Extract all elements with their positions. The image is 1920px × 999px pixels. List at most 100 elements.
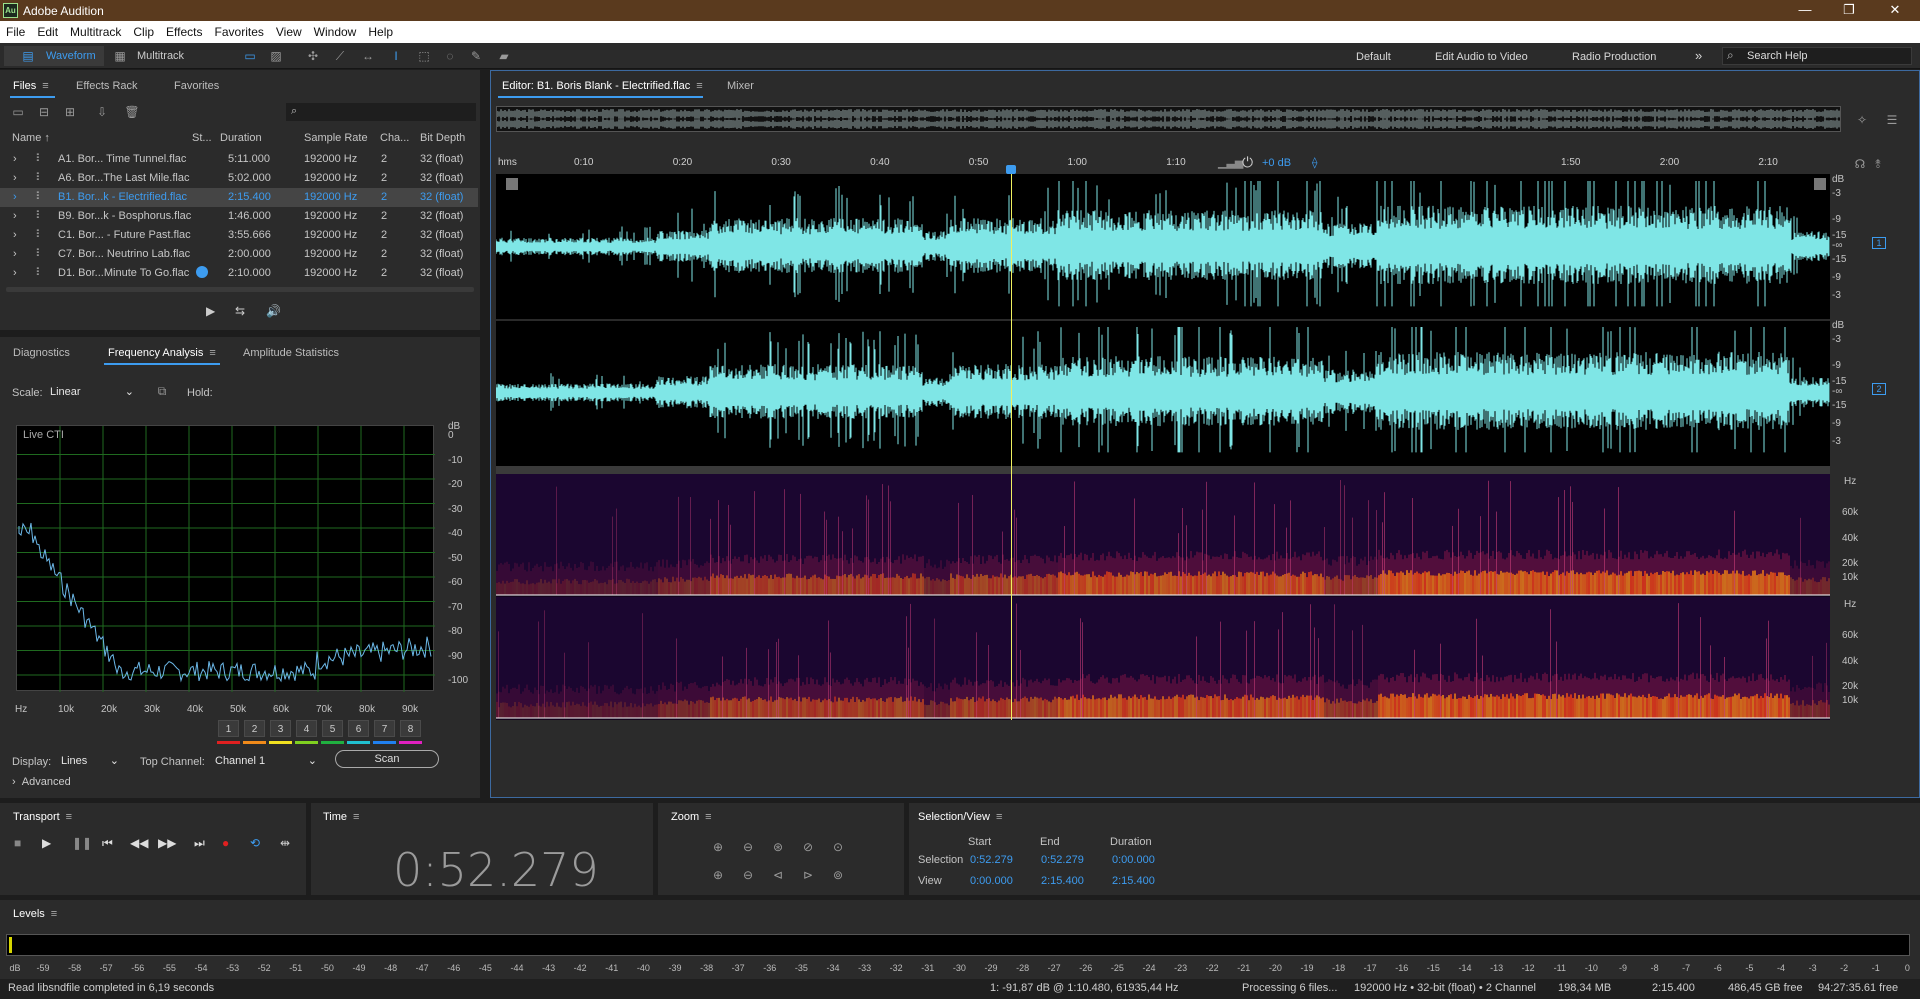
menu-window[interactable]: Window bbox=[308, 21, 363, 39]
file-row[interactable]: › ⫶⫶⫶ A1. Bor... Time Tunnel.flac 5:11.000 1… bbox=[0, 150, 478, 169]
overview-bar[interactable] bbox=[496, 106, 1841, 132]
pause-button[interactable]: ❚❚ bbox=[72, 836, 92, 850]
view-duration[interactable]: 2:15.400 bbox=[1112, 875, 1155, 887]
insert-into-multitrack-icon[interactable]: ⇩ bbox=[94, 104, 110, 120]
scan-button[interactable]: Scan bbox=[335, 750, 439, 768]
expand-chevron-icon[interactable]: › bbox=[13, 229, 17, 241]
frequency-graph[interactable]: Live CTI bbox=[16, 425, 435, 692]
play-button[interactable]: ▶ bbox=[42, 836, 51, 850]
search-help-input[interactable]: Search Help bbox=[1722, 47, 1912, 65]
hold-button-4[interactable]: 4 bbox=[296, 720, 317, 737]
fast-forward-button[interactable]: ▶▶ bbox=[158, 836, 176, 850]
playhead[interactable] bbox=[1010, 174, 1012, 720]
import-icon[interactable]: ⊟ bbox=[36, 104, 52, 120]
spot-healing-tool-icon[interactable]: ▰ bbox=[496, 48, 512, 64]
menu-multitrack[interactable]: Multitrack bbox=[64, 21, 127, 39]
tab-amplitude-statistics[interactable]: Amplitude Statistics bbox=[243, 347, 339, 359]
zoom-to-right-icon[interactable]: ⊳ bbox=[800, 867, 816, 883]
loop-preview-icon[interactable]: ⇆ bbox=[235, 304, 245, 318]
marker-icon[interactable]: ⥉ bbox=[1870, 156, 1886, 172]
menu-favorites[interactable]: Favorites bbox=[209, 21, 270, 39]
loop-playback-button[interactable]: ⟲ bbox=[250, 836, 260, 850]
tab-effects-rack[interactable]: Effects Rack bbox=[76, 80, 138, 92]
view-divider[interactable] bbox=[496, 466, 1830, 474]
workspace-radio-production[interactable]: Radio Production bbox=[1572, 51, 1656, 63]
slip-tool-icon[interactable]: ↔ bbox=[360, 48, 376, 64]
menu-effects[interactable]: Effects bbox=[160, 21, 208, 39]
hold-button-5[interactable]: 5 bbox=[322, 720, 343, 737]
file-row[interactable]: › ⫶⫶⫶ D1. Bor...Minute To Go.flac 2:10.000 1… bbox=[0, 264, 478, 283]
file-row[interactable]: › ⫶⫶⫶ A6. Bor...The Last Mile.flac 5:02.000… bbox=[0, 169, 478, 188]
column-channels[interactable]: Cha... bbox=[380, 132, 409, 144]
zoom-out-selection-icon[interactable]: ⊖ bbox=[740, 867, 756, 883]
hold-button-7[interactable]: 7 bbox=[374, 720, 395, 737]
view-start[interactable]: 0:00.000 bbox=[970, 875, 1013, 887]
copy-icon[interactable]: ⧉ bbox=[154, 383, 170, 399]
expand-chevron-icon[interactable]: › bbox=[13, 191, 17, 203]
auto-play-icon[interactable]: 🔊 bbox=[266, 304, 281, 318]
menu-clip[interactable]: Clip bbox=[127, 21, 160, 39]
waveform-area[interactable] bbox=[495, 174, 1830, 466]
current-time-display[interactable]: 0:52.279 bbox=[393, 843, 599, 897]
selection-duration[interactable]: 0:00.000 bbox=[1112, 854, 1155, 866]
menu-help[interactable]: Help bbox=[362, 21, 399, 39]
menu-edit[interactable]: Edit bbox=[31, 21, 64, 39]
hud-gain[interactable]: ▁▃▅ ⏻ +0 dB ⟠ bbox=[1212, 154, 1330, 172]
delete-icon[interactable]: 🗑 bbox=[124, 104, 140, 120]
multitrack-view-button[interactable]: Multitrack bbox=[137, 47, 184, 65]
column-name[interactable]: Name ↑ bbox=[12, 132, 50, 144]
marquee-tool-icon[interactable]: ⬚ bbox=[416, 48, 432, 64]
view-end[interactable]: 2:15.400 bbox=[1041, 875, 1084, 887]
file-row[interactable]: › ⫶⫶⫶ B9. Bor...k - Bosphorus.flac 1:46.000… bbox=[0, 207, 478, 226]
time-selection-tool-icon[interactable]: I bbox=[388, 48, 404, 64]
expand-chevron-icon[interactable]: › bbox=[13, 267, 17, 279]
channel-badge-2[interactable]: 2 bbox=[1872, 383, 1886, 395]
zoom-in-selection-icon[interactable]: ⊕ bbox=[710, 867, 726, 883]
play-preview-icon[interactable]: ▶ bbox=[206, 304, 215, 318]
lasso-tool-icon[interactable]: ◌ bbox=[442, 48, 458, 64]
column-bit-depth[interactable]: Bit Depth bbox=[420, 132, 465, 144]
selection-start[interactable]: 0:52.279 bbox=[970, 854, 1013, 866]
horizontal-scrollbar[interactable] bbox=[6, 287, 474, 292]
open-file-icon[interactable]: ▭ bbox=[10, 104, 26, 120]
skip-selection-button[interactable]: ⇹ bbox=[280, 836, 290, 850]
hold-button-6[interactable]: 6 bbox=[348, 720, 369, 737]
zoom-to-left-icon[interactable]: ⊲ bbox=[770, 867, 786, 883]
top-channel-dropdown[interactable]: Channel 1 ⌄ bbox=[210, 752, 322, 770]
hold-button-2[interactable]: 2 bbox=[244, 720, 265, 737]
file-row[interactable]: › ⫶⫶⫶ B1. Bor...k - Electrified.flac 2:15.4… bbox=[0, 188, 478, 207]
waveform-display-icon[interactable]: ▭ bbox=[242, 48, 258, 64]
scale-dropdown[interactable]: Linear ⌄ bbox=[45, 383, 139, 401]
record-button[interactable]: ● bbox=[222, 836, 229, 850]
zoom-navigator-icon[interactable]: ✧ bbox=[1854, 112, 1870, 128]
workspace-edit-audio-to-video[interactable]: Edit Audio to Video bbox=[1435, 51, 1528, 63]
time-ruler[interactable]: hms 0:100:200:300:400:501:001:101:201:50… bbox=[496, 154, 1830, 172]
new-file-icon[interactable]: ⊞ bbox=[62, 104, 78, 120]
tab-files[interactable]: Files ≡ bbox=[13, 80, 49, 92]
brush-tool-icon[interactable]: ✎ bbox=[468, 48, 484, 64]
rewind-button[interactable]: ◀◀ bbox=[130, 836, 148, 850]
headphones-icon[interactable]: ☊ bbox=[1852, 156, 1868, 172]
move-tool-icon[interactable]: ✣ bbox=[305, 48, 321, 64]
move-to-previous-button[interactable]: ⏮ bbox=[102, 836, 113, 851]
minimize-button[interactable]: — bbox=[1790, 2, 1820, 17]
expand-chevron-icon[interactable]: › bbox=[13, 172, 17, 184]
advanced-expander[interactable]: › Advanced bbox=[12, 776, 71, 788]
hold-button-1[interactable]: 1 bbox=[218, 720, 239, 737]
razor-tool-icon[interactable]: ⟋ bbox=[332, 48, 348, 64]
column-sample-rate[interactable]: Sample Rate bbox=[304, 132, 368, 144]
spectral-display-icon[interactable]: ▨ bbox=[268, 48, 284, 64]
channel-badge-1[interactable]: 1 bbox=[1872, 237, 1886, 249]
expand-chevron-icon[interactable]: › bbox=[13, 210, 17, 222]
spectral-area[interactable] bbox=[496, 474, 1830, 720]
gain-knob-icon[interactable]: ⏻ bbox=[1242, 154, 1253, 171]
move-to-next-button[interactable]: ⏭ bbox=[194, 836, 205, 851]
menu-file[interactable]: File bbox=[0, 21, 31, 39]
file-row[interactable]: › ⫶⫶⫶ C7. Bor... Neutrino Lab.flac 2:00.000… bbox=[0, 245, 478, 264]
hold-button-8[interactable]: 8 bbox=[400, 720, 421, 737]
close-button[interactable]: ✕ bbox=[1880, 2, 1910, 18]
zoom-out-amplitude-icon[interactable]: ⊖ bbox=[740, 839, 756, 855]
tab-mixer[interactable]: Mixer bbox=[727, 80, 754, 92]
display-dropdown[interactable]: Lines ⌄ bbox=[56, 752, 124, 770]
workspace-default[interactable]: Default bbox=[1356, 51, 1391, 63]
